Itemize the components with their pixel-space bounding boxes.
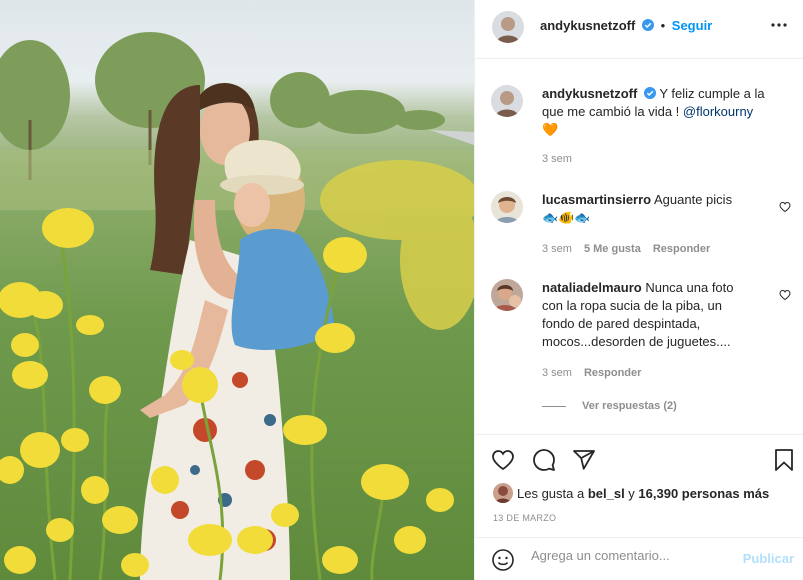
comment-input[interactable]: [531, 548, 731, 563]
view-replies-button[interactable]: Ver respuestas (2): [542, 400, 689, 412]
verified-badge-icon: [643, 87, 656, 99]
comment-username[interactable]: lucasmartinsierro: [542, 192, 651, 207]
caption-emoji: 🧡: [542, 122, 559, 137]
post-actions: Les gusta a bel_sl y 16,390 personas más…: [475, 434, 803, 579]
bookmark-icon[interactable]: [772, 448, 796, 472]
post-date[interactable]: 13 DE MARZO: [493, 513, 556, 523]
follow-button[interactable]: Seguir: [672, 18, 712, 33]
likes-middle: y: [624, 486, 639, 501]
post-photo-illustration: [0, 32, 474, 580]
comment-likes-count[interactable]: 5 Me gusta: [584, 243, 641, 255]
likes-count[interactable]: 16,390 personas más: [638, 486, 769, 501]
emoji-icon[interactable]: [491, 548, 515, 572]
caption-username[interactable]: andykusnetzoff: [542, 86, 637, 101]
comment-text-line-1: Nunca una foto: [645, 280, 734, 295]
comment-icon[interactable]: [532, 448, 556, 472]
heart-icon[interactable]: [491, 448, 515, 472]
share-icon[interactable]: [572, 448, 596, 472]
likes-prefix: Les gusta a: [517, 486, 588, 501]
comment-item: lucasmartinsierro Aguante picis 🐟🐠🐟 3 se…: [491, 191, 791, 261]
commenter-avatar[interactable]: [491, 191, 523, 223]
commenter-avatar[interactable]: [491, 279, 523, 311]
post-caption: andykusnetzoff Y feliz cumple a la que m…: [491, 85, 791, 165]
comment-timestamp[interactable]: 3 sem: [542, 367, 572, 379]
author-username[interactable]: andykusnetzoff: [540, 18, 635, 33]
comment-text-line-3: fondo de pared despintada,: [542, 316, 701, 331]
post-photo[interactable]: [0, 0, 474, 580]
add-comment-bar: Publicar: [475, 537, 803, 580]
reply-button[interactable]: Responder: [584, 367, 641, 379]
comment-item: nataliadelmauro Nunca una foto con la ro…: [491, 279, 791, 419]
comment-like-heart-icon[interactable]: [779, 201, 791, 213]
verified-badge-icon: [641, 19, 654, 31]
comment-text: Aguante picis: [654, 192, 733, 207]
comment-text-line-2: con la ropa sucia de la piba, un: [542, 298, 722, 313]
replies-divider: [542, 405, 566, 407]
caption-mention-link[interactable]: @florkourny: [683, 104, 753, 119]
comment-text-line-4: mocos...desorden de juguetes....: [542, 334, 731, 349]
likes-summary[interactable]: Les gusta a bel_sl y 16,390 personas más: [493, 483, 769, 503]
post-panel: andykusnetzoff • Seguir andykusnetzoff Y…: [474, 0, 803, 580]
publish-button[interactable]: Publicar: [743, 551, 794, 566]
liker-avatar: [493, 483, 513, 503]
liker-username[interactable]: bel_sl: [588, 486, 625, 501]
view-replies-label[interactable]: Ver respuestas (2): [582, 400, 677, 412]
reply-button[interactable]: Responder: [653, 243, 710, 255]
caption-timestamp[interactable]: 3 sem: [542, 153, 572, 165]
comment-emoji: 🐟🐠🐟: [542, 210, 591, 225]
more-options-icon[interactable]: [770, 16, 788, 34]
caption-author-avatar[interactable]: [491, 85, 523, 117]
comment-timestamp[interactable]: 3 sem: [542, 243, 572, 255]
author-avatar[interactable]: [492, 11, 524, 43]
comment-username[interactable]: nataliadelmauro: [542, 280, 642, 295]
comments-list[interactable]: andykusnetzoff Y feliz cumple a la que m…: [475, 60, 803, 434]
post-header: andykusnetzoff • Seguir: [475, 0, 803, 59]
comment-like-heart-icon[interactable]: [779, 289, 791, 301]
